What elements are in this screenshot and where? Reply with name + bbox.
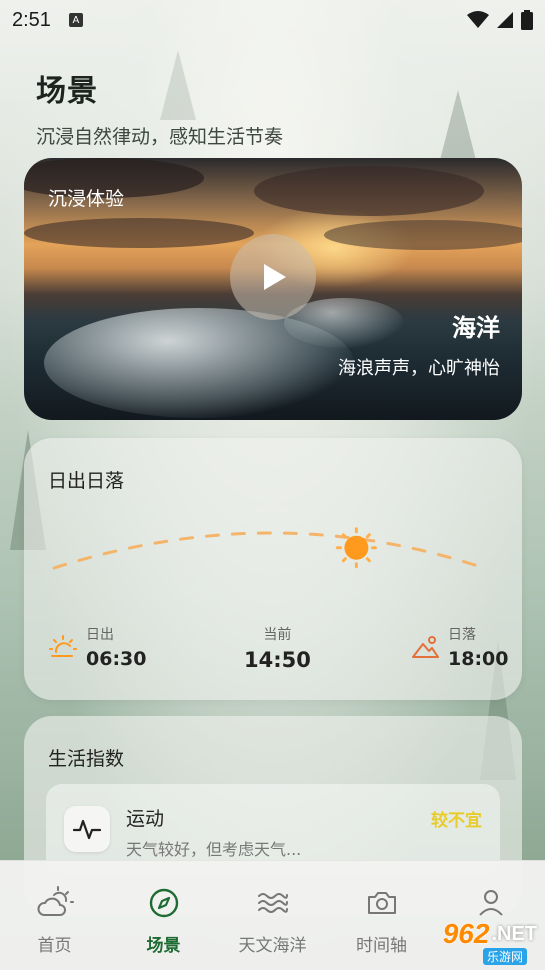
weather-icon [37,886,74,916]
notification-icon: A [68,13,83,27]
tab-astronomy-ocean-label: 天文海洋 [238,936,307,956]
page-header: 场景 沉浸自然律动，感知生活节奏 [36,66,283,149]
page-subtitle: 沉浸自然律动，感知生活节奏 [36,126,284,148]
signal-icon [497,12,513,28]
watermark-sub: 乐游网 [482,948,527,965]
hero-title: 海洋 [452,314,500,342]
user-icon [478,890,503,916]
life-item-name: 运动 [126,808,165,830]
sunset-time: 18:00 [448,648,509,670]
site-watermark: 962 .NET 乐游网 [442,918,537,965]
play-icon [264,264,286,290]
life-item-description: 天气较好，但考虑天气... [126,840,302,859]
page-title: 场景 [36,74,98,109]
status-icons [467,10,533,30]
current-time-info: 当前 14:50 [244,624,311,672]
life-card-title: 生活指数 [48,748,125,770]
status-time: 2:51 [12,8,51,31]
sunrise-time: 06:30 [86,648,147,670]
current-time: 14:50 [244,648,311,672]
current-label: 当前 [263,627,292,643]
camera-icon [367,892,396,914]
cloud-shape [324,220,522,250]
tab-scene-label: 场景 [146,936,181,956]
tab-astronomy-ocean[interactable]: 天文海洋 [218,861,327,970]
tab-scene[interactable]: 场景 [109,861,218,970]
battery-icon [521,10,533,30]
sunrise-sunset-card: 日出 日落 日出 06:30 当前 14:50 日落 18:00 [24,438,522,700]
tab-home[interactable]: 首页 [0,861,109,970]
activity-icon [64,806,110,852]
tab-timeline[interactable]: 时间轴 [327,861,436,970]
sunset-info: 日落 18:00 [410,624,508,670]
sunset-icon [412,636,439,658]
scene-hero-card[interactable]: 沉浸体验 海洋 海浪声声，心旷神怡 [24,158,522,420]
sun-path [52,531,486,570]
life-item-level: 较不宜 [431,811,482,831]
watermark-text: .NET [491,922,537,945]
sun-marker-icon [335,527,377,569]
sunrise-info: 日出 06:30 [48,624,146,670]
compass-icon [149,888,178,918]
wifi-icon [467,11,489,28]
tab-home-label: 首页 [37,936,72,956]
sunrise-icon [49,635,77,657]
sunrise-label: 日出 [86,627,114,643]
hero-tag: 沉浸体验 [48,188,125,210]
cloud-shape [24,218,254,248]
play-button[interactable] [230,234,316,320]
sunset-label: 日落 [448,627,476,643]
hero-description: 海浪声声，心旷神怡 [338,358,500,379]
bottom-tab-bar: 首页 场景 天文海洋 时间轴 [0,860,545,970]
tab-timeline-label: 时间轴 [356,936,407,956]
activity-icon-glyph [73,819,101,840]
watermark-badge: 962 [442,918,490,949]
cloud-shape [254,166,484,216]
waves-icon [257,893,288,913]
status-bar: 2:51 A [0,0,545,40]
